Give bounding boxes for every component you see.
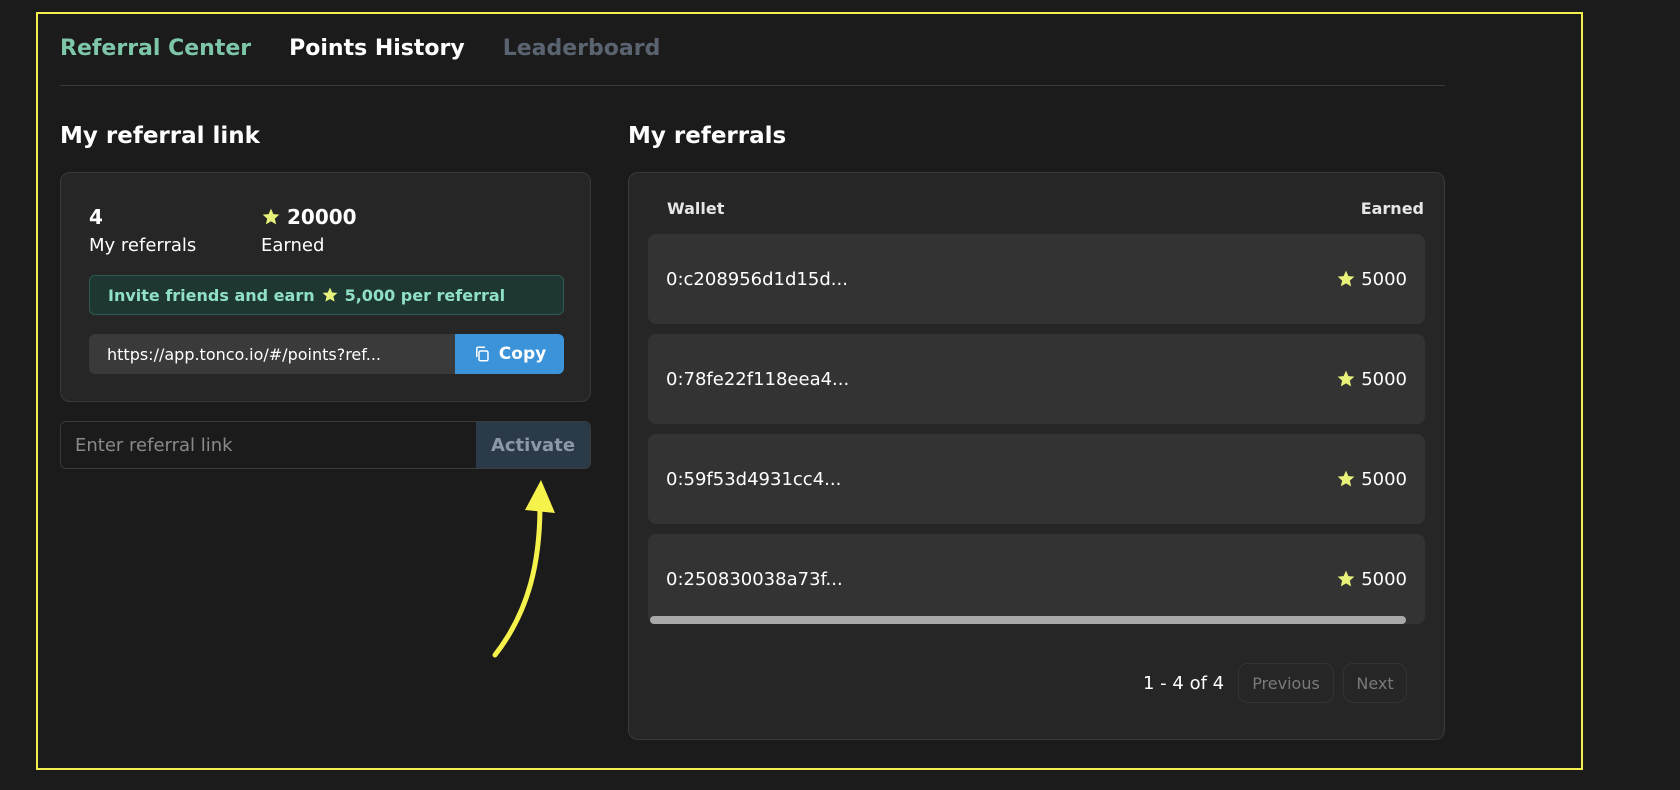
referrals-table-card: Wallet Earned 0:c208956d1d15d... 5000 0:… xyxy=(628,172,1445,740)
star-icon xyxy=(1336,269,1356,289)
activate-button[interactable]: Activate xyxy=(476,422,590,468)
earned-amount: 5000 xyxy=(1361,468,1407,490)
earned-value: 20000 xyxy=(287,205,357,229)
earned-amount: 5000 xyxy=(1361,568,1407,590)
row-earned: 5000 xyxy=(1336,369,1407,390)
earned-amount: 5000 xyxy=(1361,368,1407,390)
table-row: 0:250830038a73f... 5000 xyxy=(648,534,1425,624)
row-earned: 5000 xyxy=(1336,269,1407,290)
referral-link-input[interactable] xyxy=(61,422,476,468)
my-referrals-title: My referrals xyxy=(628,123,787,149)
invite-text-prefix: Invite friends and earn xyxy=(108,285,315,305)
earned-stat: 20000 Earned xyxy=(261,205,357,256)
previous-button[interactable]: Previous xyxy=(1238,663,1334,703)
pagination-info: 1 - 4 of 4 xyxy=(1143,673,1225,694)
earned-label: Earned xyxy=(261,235,325,256)
referral-link-card: 4 My referrals 20000 Earned Invite frien… xyxy=(60,172,591,402)
row-earned: 5000 xyxy=(1336,569,1407,590)
copy-label: Copy xyxy=(498,344,547,364)
tab-points-history[interactable]: Points History xyxy=(289,30,465,61)
earned-column-header: Earned xyxy=(1360,199,1424,218)
earned-value-row: 20000 xyxy=(261,205,357,229)
horizontal-scrollbar[interactable] xyxy=(650,616,1406,624)
copy-button[interactable]: Copy xyxy=(455,334,564,374)
wallet-address: 0:c208956d1d15d... xyxy=(666,268,848,290)
invite-banner: Invite friends and earn 5,000 per referr… xyxy=(89,275,564,315)
table-row: 0:78fe22f118eea4... 5000 xyxy=(648,334,1425,424)
referrals-label: My referrals xyxy=(89,235,197,256)
copy-icon xyxy=(473,345,491,363)
star-icon xyxy=(261,207,281,227)
table-row: 0:59f53d4931cc4... 5000 xyxy=(648,434,1425,524)
star-icon xyxy=(321,286,339,304)
wallet-address: 0:250830038a73f... xyxy=(666,568,843,590)
tab-bar: Referral Center Points History Leaderboa… xyxy=(60,30,1445,86)
table-row: 0:c208956d1d15d... 5000 xyxy=(648,234,1425,324)
referral-link-title: My referral link xyxy=(60,123,260,149)
referrals-count: 4 xyxy=(89,205,103,229)
wallet-address: 0:78fe22f118eea4... xyxy=(666,368,850,390)
activate-referral-row: Activate xyxy=(60,421,591,469)
wallet-address: 0:59f53d4931cc4... xyxy=(666,468,842,490)
referrals-stat: 4 My referrals xyxy=(89,205,196,256)
tab-referral-center[interactable]: Referral Center xyxy=(60,30,251,61)
annotation-arrow xyxy=(492,480,555,658)
next-button[interactable]: Next xyxy=(1343,663,1407,703)
wallet-column-header: Wallet xyxy=(667,199,725,218)
referral-link-field[interactable]: https://app.tonco.io/#/points?ref... xyxy=(89,334,455,374)
earned-amount: 5000 xyxy=(1361,268,1407,290)
invite-text-suffix: 5,000 per referral xyxy=(344,285,506,305)
referral-link-row: https://app.tonco.io/#/points?ref... Cop… xyxy=(89,334,564,374)
star-icon xyxy=(1336,569,1356,589)
tab-leaderboard[interactable]: Leaderboard xyxy=(503,30,661,61)
star-icon xyxy=(1336,469,1356,489)
star-icon xyxy=(1336,369,1356,389)
row-earned: 5000 xyxy=(1336,469,1407,490)
